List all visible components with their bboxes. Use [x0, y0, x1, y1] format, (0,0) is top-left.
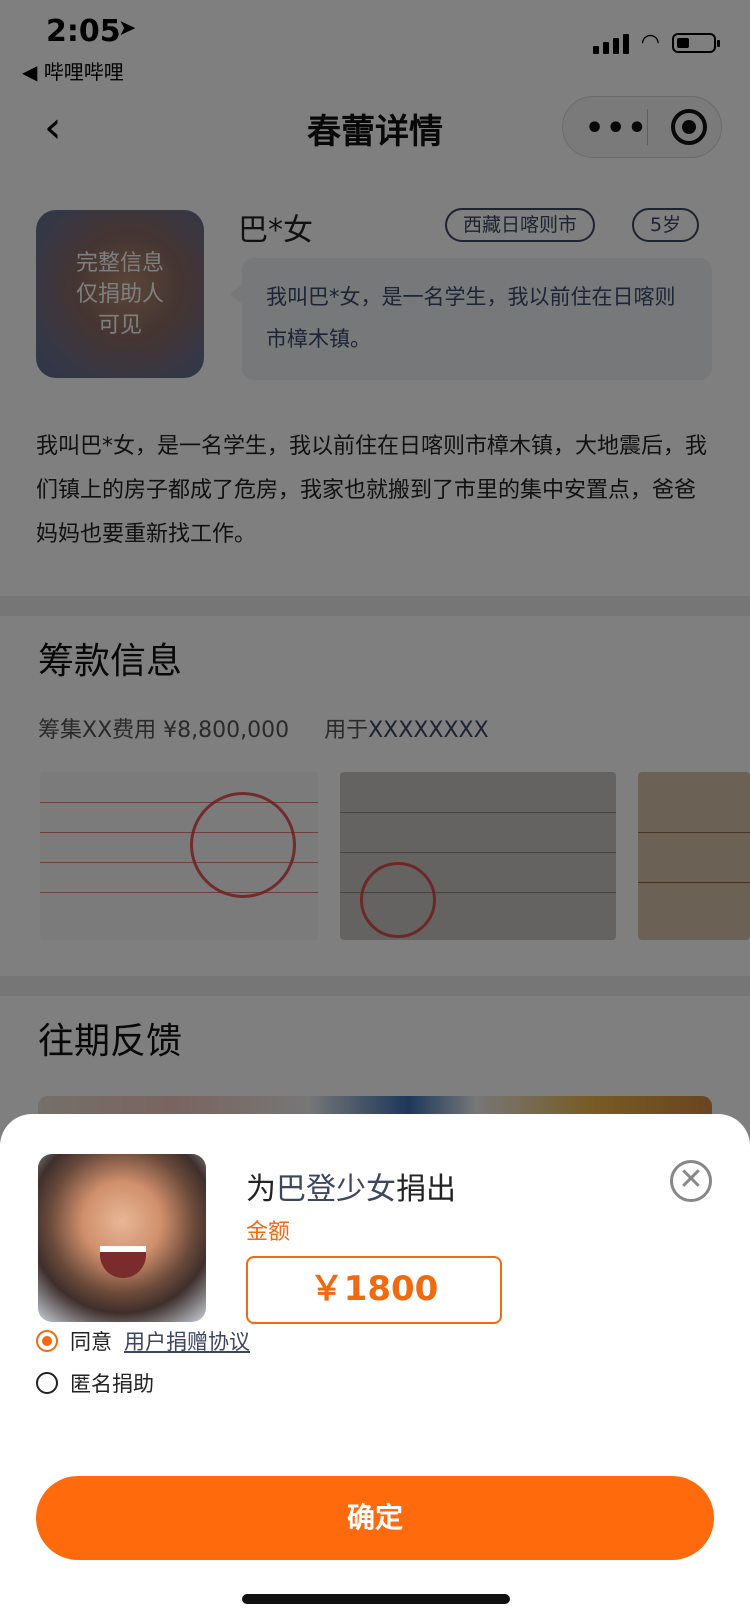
anonymous-label: 匿名捐助 — [70, 1372, 154, 1396]
close-icon[interactable]: ✕ — [670, 1160, 712, 1202]
donation-sheet: 为巴登少女捐出 ✕ 金额 ￥1800 同意 用户捐赠协议 匿名捐助 确定 — [0, 1114, 750, 1624]
donation-title-suffix: 捐出 — [396, 1172, 456, 1207]
anonymous-radio[interactable] — [36, 1372, 58, 1394]
amount-field[interactable]: ￥1800 — [246, 1256, 502, 1324]
donation-title: 为巴登少女捐出 — [246, 1164, 456, 1208]
child-photo — [38, 1154, 206, 1322]
agree-radio[interactable] — [36, 1330, 58, 1352]
donation-recipient: 巴登少女 — [276, 1172, 396, 1207]
anonymous-row[interactable]: 匿名捐助 — [36, 1368, 154, 1398]
home-indicator — [242, 1594, 510, 1604]
amount-label: 金额 — [246, 1220, 291, 1245]
agreement-link[interactable]: 用户捐赠协议 — [124, 1326, 250, 1356]
agree-label: 同意 — [70, 1330, 112, 1354]
agree-row[interactable]: 同意 用户捐赠协议 — [36, 1326, 250, 1356]
confirm-button[interactable]: 确定 — [36, 1476, 714, 1560]
donation-title-prefix: 为 — [246, 1172, 276, 1207]
